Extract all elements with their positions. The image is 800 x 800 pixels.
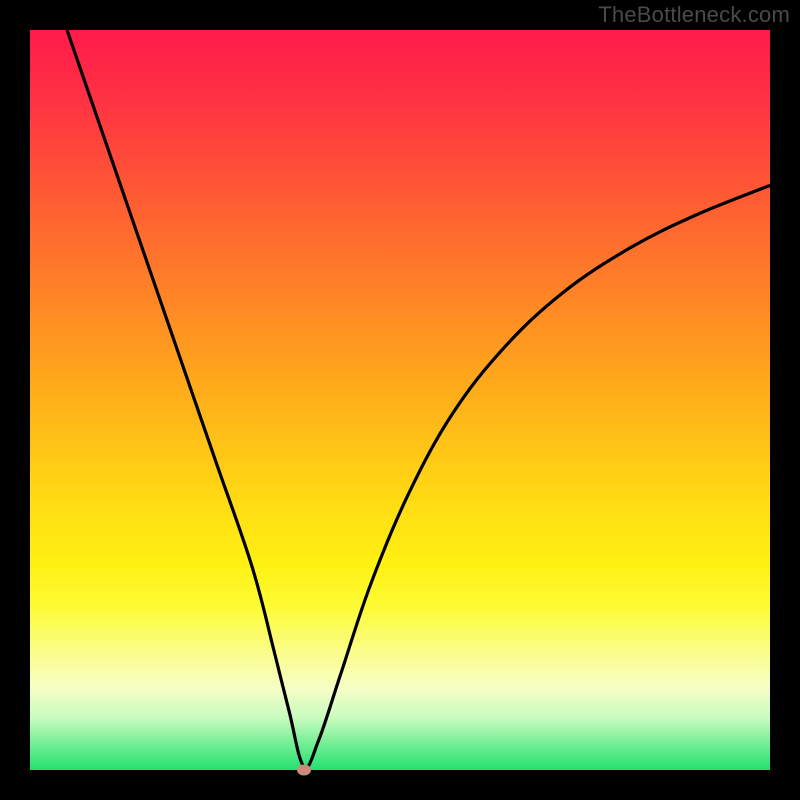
chart-frame: TheBottleneck.com — [0, 0, 800, 800]
optimal-point-marker — [297, 765, 311, 776]
watermark-text: TheBottleneck.com — [598, 2, 790, 28]
plot-area — [30, 30, 770, 770]
bottleneck-curve — [30, 30, 770, 770]
